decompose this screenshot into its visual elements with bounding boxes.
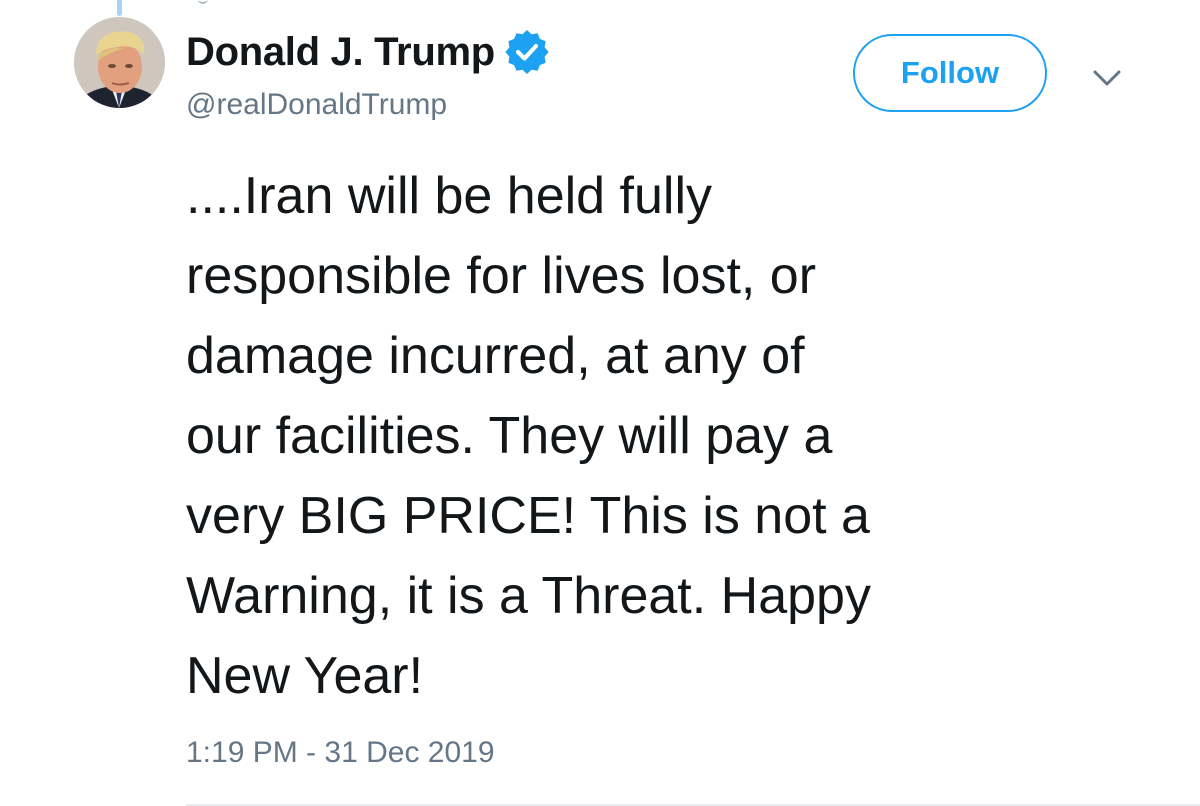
tweet-text-line: New Year! [186, 647, 424, 705]
tweet-text: ....Iran will be held fully responsible … [186, 156, 1176, 716]
user-handle[interactable]: @realDonaldTrump [186, 88, 447, 122]
previous-tweet-fragment [198, 0, 208, 4]
tweet-text-line: very BIG PRICE! This is not a [186, 487, 870, 545]
profile-photo-icon [74, 17, 165, 108]
verified-badge-icon [505, 30, 549, 74]
tweet-text-line: Warning, it is a Threat. Happy [186, 567, 871, 625]
tweet-text-line: responsible for lives lost, or [186, 247, 817, 305]
chevron-down-icon[interactable] [1089, 60, 1125, 96]
tweet-text-line: ....Iran will be held fully [186, 167, 713, 225]
display-name-row: Donald J. Trump [186, 26, 549, 78]
display-name[interactable]: Donald J. Trump [186, 30, 495, 75]
thread-connector-line [117, 0, 122, 16]
tweet-text-line: our facilities. They will pay a [186, 407, 833, 465]
tweet-text-line: damage incurred, at any of [186, 327, 805, 385]
tweet-timestamp[interactable]: 1:19 PM - 31 Dec 2019 [186, 736, 495, 770]
avatar[interactable] [74, 17, 165, 108]
follow-button[interactable]: Follow [853, 34, 1047, 112]
